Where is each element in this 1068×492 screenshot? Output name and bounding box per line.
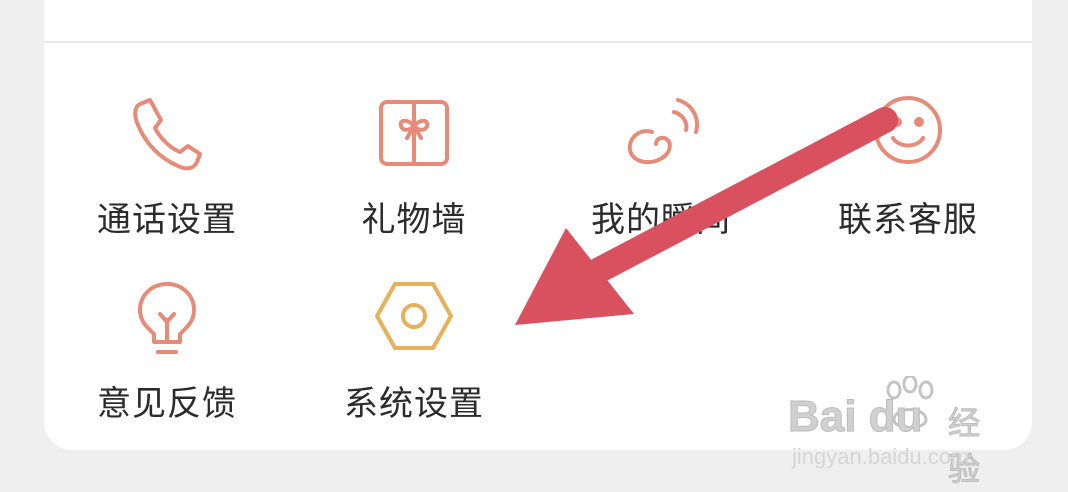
menu-item-feedback[interactable]: 意见反馈: [47, 276, 287, 446]
menu-item-gift-wall[interactable]: 礼物墙: [294, 92, 534, 262]
menu-item-customer-service[interactable]: 联系客服: [788, 92, 1028, 262]
menu-item-call-settings[interactable]: 通话设置: [47, 92, 287, 262]
menu-item-my-moments[interactable]: 我的瞬间: [541, 92, 781, 262]
menu-item-system-settings[interactable]: 系统设置: [294, 276, 534, 446]
menu-item-label: 联系客服: [838, 200, 978, 240]
lightbulb-icon: [122, 276, 212, 366]
menu-item-label: 礼物墙: [361, 200, 467, 240]
section-divider: [44, 41, 1032, 43]
smile-icon: [863, 92, 953, 182]
phone-icon: [122, 92, 212, 182]
menu-item-label: 我的瞬间: [591, 200, 731, 240]
gift-icon: [369, 92, 459, 182]
moments-icon: [616, 92, 706, 182]
menu-item-label: 意见反馈: [97, 384, 237, 424]
menu-item-label: 系统设置: [344, 384, 484, 424]
hexagon-nut-icon: [369, 276, 459, 366]
menu-item-label: 通话设置: [97, 200, 237, 240]
